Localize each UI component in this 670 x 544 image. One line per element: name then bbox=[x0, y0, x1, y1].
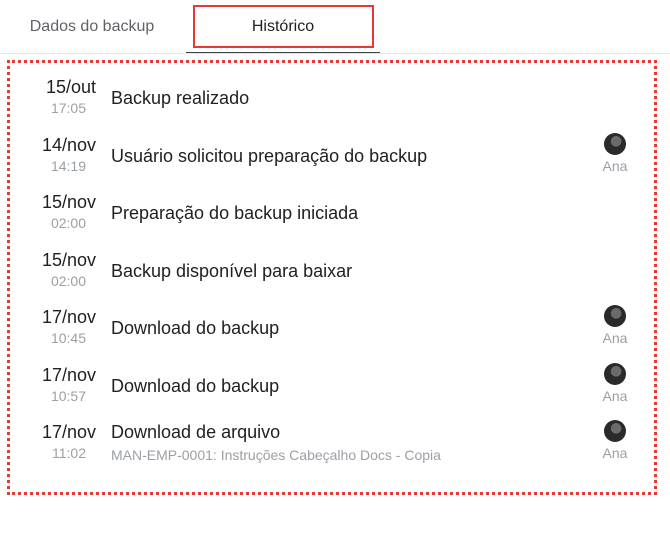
history-user[interactable]: Ana bbox=[595, 420, 635, 461]
avatar bbox=[604, 420, 626, 442]
history-time: 11:02 bbox=[52, 445, 86, 461]
history-date: 17/nov bbox=[41, 307, 96, 327]
history-title: Usuário solicitou preparação do backup bbox=[111, 145, 428, 166]
avatar bbox=[604, 362, 626, 385]
avatar bbox=[604, 305, 626, 327]
history-item: 17/nov 10:57 Download do backup Ana bbox=[10, 353, 654, 411]
tab-history-label: Histórico bbox=[251, 17, 315, 35]
history-title: Preparação do backup iniciada bbox=[111, 203, 359, 223]
user-name: Ana bbox=[602, 157, 628, 174]
history-date: 15/nov bbox=[41, 192, 96, 212]
history-time: 02:00 bbox=[50, 215, 86, 231]
history-user[interactable]: Ana bbox=[595, 305, 635, 346]
history-title: Download do backup bbox=[111, 318, 280, 338]
history-time: 17:05 bbox=[50, 100, 86, 116]
tab-divider bbox=[0, 53, 670, 54]
history-item: 14/nov 14:19 Usuário solicitou preparação … bbox=[10, 123, 654, 181]
history-date: 17/nov bbox=[41, 364, 96, 385]
history-item: 17/nov 11:02 Download de arquivo MAN-EMP-00… bbox=[10, 410, 654, 468]
history-title: Backup disponível para baixar bbox=[111, 260, 353, 281]
user-name: Ana bbox=[602, 330, 628, 346]
history-item: 15/nov 02:00 Backup disponível para baixar bbox=[10, 238, 654, 296]
avatar bbox=[604, 132, 626, 155]
history-time: 10:57 bbox=[50, 387, 86, 404]
user-name: Ana bbox=[602, 387, 628, 404]
tab-history[interactable]: Histórico bbox=[186, 0, 380, 54]
history-time: 02:00 bbox=[50, 272, 86, 289]
history-item: 15/nov 02:00 Preparação do backup iniciada bbox=[10, 180, 654, 238]
history-time: 14:19 bbox=[50, 157, 86, 174]
history-user[interactable]: Ana bbox=[595, 132, 635, 174]
history-subtitle: MAN-EMP-0001: Instruções Cabeçalho Docs … bbox=[111, 447, 441, 463]
history-user[interactable]: Ana bbox=[595, 362, 635, 404]
history-title: Download de arquivo bbox=[111, 422, 281, 442]
history-title: Download do backup bbox=[111, 375, 280, 396]
history-date: 15/nov bbox=[41, 249, 96, 270]
history-title: Backup realizado bbox=[111, 88, 250, 108]
history-item: 17/nov 10:45 Download do backup Ana bbox=[10, 295, 654, 353]
history-time: 10:45 bbox=[50, 330, 86, 346]
history-date: 17/nov bbox=[41, 422, 96, 442]
user-name: Ana bbox=[602, 445, 628, 461]
tab-backup-data[interactable]: Dados do backup bbox=[4, 0, 180, 53]
tab-backup-data-label: Dados do backup bbox=[29, 17, 155, 35]
history-date: 14/nov bbox=[41, 134, 96, 155]
history-item: 15/out 17:05 Backup realizado bbox=[10, 65, 654, 123]
history-date: 15/out bbox=[45, 77, 96, 97]
history-list: 15/out 17:05 Backup realizado 14/nov 14:19 Us… bbox=[7, 60, 657, 495]
tab-bar: Dados do backup Histórico bbox=[0, 0, 670, 54]
